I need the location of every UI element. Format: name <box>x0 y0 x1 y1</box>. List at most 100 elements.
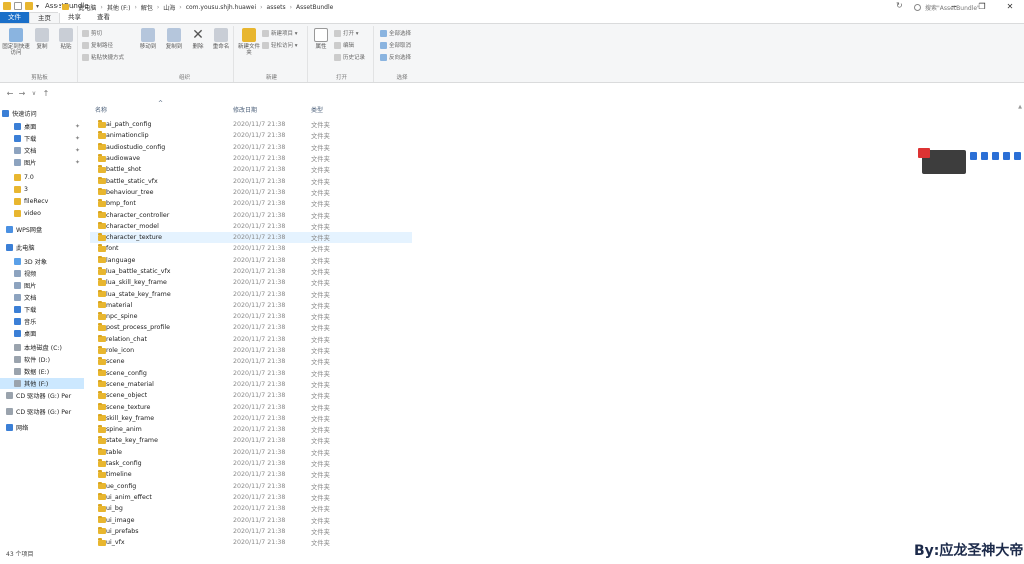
file-row[interactable]: ui_bg 2020/11/7 21:38 文件夹 <box>90 503 412 514</box>
new-folder-button[interactable]: 新建文件夹 <box>238 28 260 56</box>
copy-path-button[interactable]: 复制路径 <box>82 41 113 49</box>
file-row[interactable]: animationclip 2020/11/7 21:38 文件夹 <box>90 130 412 141</box>
nav-item[interactable]: 7.0 <box>0 172 84 183</box>
nav-item[interactable]: 音乐 <box>0 316 84 327</box>
copy-button[interactable]: 复制 <box>32 28 52 50</box>
rename-button[interactable]: 重命名 <box>210 28 232 50</box>
nav-item[interactable]: video <box>0 208 84 219</box>
file-row[interactable]: task_config 2020/11/7 21:38 文件夹 <box>90 458 412 469</box>
file-row[interactable]: font 2020/11/7 21:38 文件夹 <box>90 243 412 254</box>
file-row[interactable]: lua_skill_key_frame 2020/11/7 21:38 文件夹 <box>90 277 412 288</box>
address-bar[interactable]: › 此电脑 › 其他 (F:) › 解包 › 山海 › com.yousu.sh… <box>58 1 910 13</box>
file-row[interactable]: ai_path_config 2020/11/7 21:38 文件夹 <box>90 119 412 130</box>
nav-item[interactable]: 文档 <box>0 292 84 303</box>
file-row[interactable]: relation_chat 2020/11/7 21:38 文件夹 <box>90 334 412 345</box>
file-row[interactable]: post_process_profile 2020/11/7 21:38 文件夹 <box>90 322 412 333</box>
nav-item[interactable]: 3 <box>0 184 84 195</box>
tab-view[interactable]: 查看 <box>89 12 118 23</box>
widget-logo-icon[interactable] <box>918 148 930 158</box>
breadcrumb-package[interactable]: com.yousu.shjh.huawei <box>182 4 260 11</box>
file-row[interactable]: language 2020/11/7 21:38 文件夹 <box>90 255 412 266</box>
nav-item[interactable]: 图片 <box>0 280 84 291</box>
file-row[interactable]: npc_spine 2020/11/7 21:38 文件夹 <box>90 311 412 322</box>
easy-access-button[interactable]: 轻松访问 ▾ <box>262 41 298 49</box>
nav-item[interactable]: 软件 (D:) <box>0 354 84 365</box>
select-none-button[interactable]: 全部取消 <box>380 41 411 49</box>
file-row[interactable]: character_texture 2020/11/7 21:38 文件夹 <box>90 231 412 244</box>
nav-item[interactable]: fileRecv <box>0 196 84 207</box>
breadcrumb-assets[interactable]: assets <box>263 4 290 11</box>
file-row[interactable]: audiowave 2020/11/7 21:38 文件夹 <box>90 153 412 164</box>
vertical-scrollbar[interactable]: ▲ <box>1017 104 1023 544</box>
nav-item[interactable]: 快速访问 <box>0 108 84 119</box>
nav-item[interactable]: 网络 <box>0 422 84 433</box>
file-row[interactable]: character_model 2020/11/7 21:38 文件夹 <box>90 221 412 232</box>
open-button[interactable]: 打开 ▾ <box>334 29 359 37</box>
column-header-date[interactable]: 修改日期 <box>233 105 257 115</box>
shirt-icon[interactable] <box>1003 152 1010 160</box>
microphone-icon[interactable] <box>970 152 977 160</box>
nav-item[interactable]: 图片 ✦ <box>0 157 84 168</box>
nav-item[interactable]: 桌面 ✦ <box>0 121 84 132</box>
nav-item[interactable]: 视频 <box>0 268 84 279</box>
nav-item[interactable]: 其他 (F:) <box>0 378 84 389</box>
breadcrumb-assetbundle[interactable]: AssetBundle <box>292 4 337 11</box>
copy-to-button[interactable]: 复制到 <box>162 28 186 50</box>
file-row[interactable]: character_controller 2020/11/7 21:38 文件夹 <box>90 209 412 220</box>
properties-icon[interactable] <box>14 2 22 10</box>
breadcrumb-unpack[interactable]: 解包 <box>137 3 157 12</box>
back-arrow-icon[interactable]: ← <box>4 89 16 98</box>
invert-selection-button[interactable]: 反向选择 <box>380 53 411 61</box>
history-button[interactable]: 历史记录 <box>334 53 365 61</box>
select-all-button[interactable]: 全部选择 <box>380 29 411 37</box>
file-row[interactable]: ui_vfx 2020/11/7 21:38 文件夹 <box>90 537 412 548</box>
recent-dropdown-icon[interactable]: ∨ <box>28 90 40 97</box>
pin-quick-access-button[interactable]: 固定到快速访问 <box>2 28 30 56</box>
file-row[interactable]: lua_state_key_frame 2020/11/7 21:38 文件夹 <box>90 288 412 299</box>
new-item-button[interactable]: 新建项目 ▾ <box>262 29 298 37</box>
file-row[interactable]: material 2020/11/7 21:38 文件夹 <box>90 300 412 311</box>
tab-file[interactable]: 文件 <box>0 12 29 23</box>
delete-button[interactable]: ✕ 删除 <box>188 28 208 50</box>
breadcrumb-shanhai[interactable]: 山海 <box>159 3 179 12</box>
nav-item[interactable]: 数据 (E:) <box>0 366 84 377</box>
nav-item[interactable]: CD 驱动器 (G:) Per <box>0 390 84 401</box>
file-row[interactable]: behaviour_tree 2020/11/7 21:38 文件夹 <box>90 187 412 198</box>
nav-item[interactable]: 桌面 <box>0 328 84 339</box>
quick-access-dropdown-icon[interactable]: ▾ <box>36 3 39 10</box>
forward-arrow-icon[interactable]: → <box>16 89 28 98</box>
file-row[interactable]: ue_config 2020/11/7 21:38 文件夹 <box>90 481 412 492</box>
nav-item[interactable]: 文档 ✦ <box>0 145 84 156</box>
file-row[interactable]: ui_prefabs 2020/11/7 21:38 文件夹 <box>90 526 412 537</box>
file-row[interactable]: scene 2020/11/7 21:38 文件夹 <box>90 356 412 367</box>
file-row[interactable]: scene_texture 2020/11/7 21:38 文件夹 <box>90 401 412 412</box>
nav-item[interactable]: CD 驱动器 (G:) Per <box>0 406 84 417</box>
scroll-up-icon[interactable]: ▲ <box>1017 104 1023 110</box>
menu-icon[interactable] <box>992 152 999 160</box>
nav-item[interactable]: WPS网盘 <box>0 224 84 235</box>
nav-item[interactable]: 3D 对象 <box>0 256 84 267</box>
file-row[interactable]: state_key_frame 2020/11/7 21:38 文件夹 <box>90 435 412 446</box>
file-row[interactable]: scene_material 2020/11/7 21:38 文件夹 <box>90 379 412 390</box>
file-row[interactable]: audiostudio_config 2020/11/7 21:38 文件夹 <box>90 142 412 153</box>
file-row[interactable]: battle_static_vfx 2020/11/7 21:38 文件夹 <box>90 175 412 186</box>
paste-button[interactable]: 粘贴 <box>54 28 78 50</box>
nav-item[interactable]: 此电脑 <box>0 242 84 253</box>
file-row[interactable]: table 2020/11/7 21:38 文件夹 <box>90 447 412 458</box>
search-box[interactable]: 搜索"AssetBundle" <box>910 1 1024 13</box>
file-row[interactable]: lua_battle_static_vfx 2020/11/7 21:38 文件夹 <box>90 266 412 277</box>
cut-button[interactable]: 剪切 <box>82 29 102 37</box>
breadcrumb-this-pc[interactable]: 此电脑 <box>74 3 100 12</box>
keyboard-icon[interactable] <box>981 152 988 160</box>
breadcrumb-drive-f[interactable]: 其他 (F:) <box>103 3 135 12</box>
column-header-name[interactable]: 名称 <box>95 105 107 115</box>
paste-shortcut-button[interactable]: 粘贴快捷方式 <box>82 53 124 61</box>
move-to-button[interactable]: 移动到 <box>136 28 160 50</box>
nav-item[interactable]: 下载 <box>0 304 84 315</box>
properties-button[interactable]: 属性 <box>312 28 330 50</box>
file-row[interactable]: bmp_font 2020/11/7 21:38 文件夹 <box>90 198 412 209</box>
refresh-icon[interactable]: ↻ <box>896 1 903 10</box>
nav-item[interactable]: 本地磁盘 (C:) <box>0 342 84 353</box>
file-row[interactable]: spine_anim 2020/11/7 21:38 文件夹 <box>90 424 412 435</box>
tab-share[interactable]: 共享 <box>60 12 89 23</box>
